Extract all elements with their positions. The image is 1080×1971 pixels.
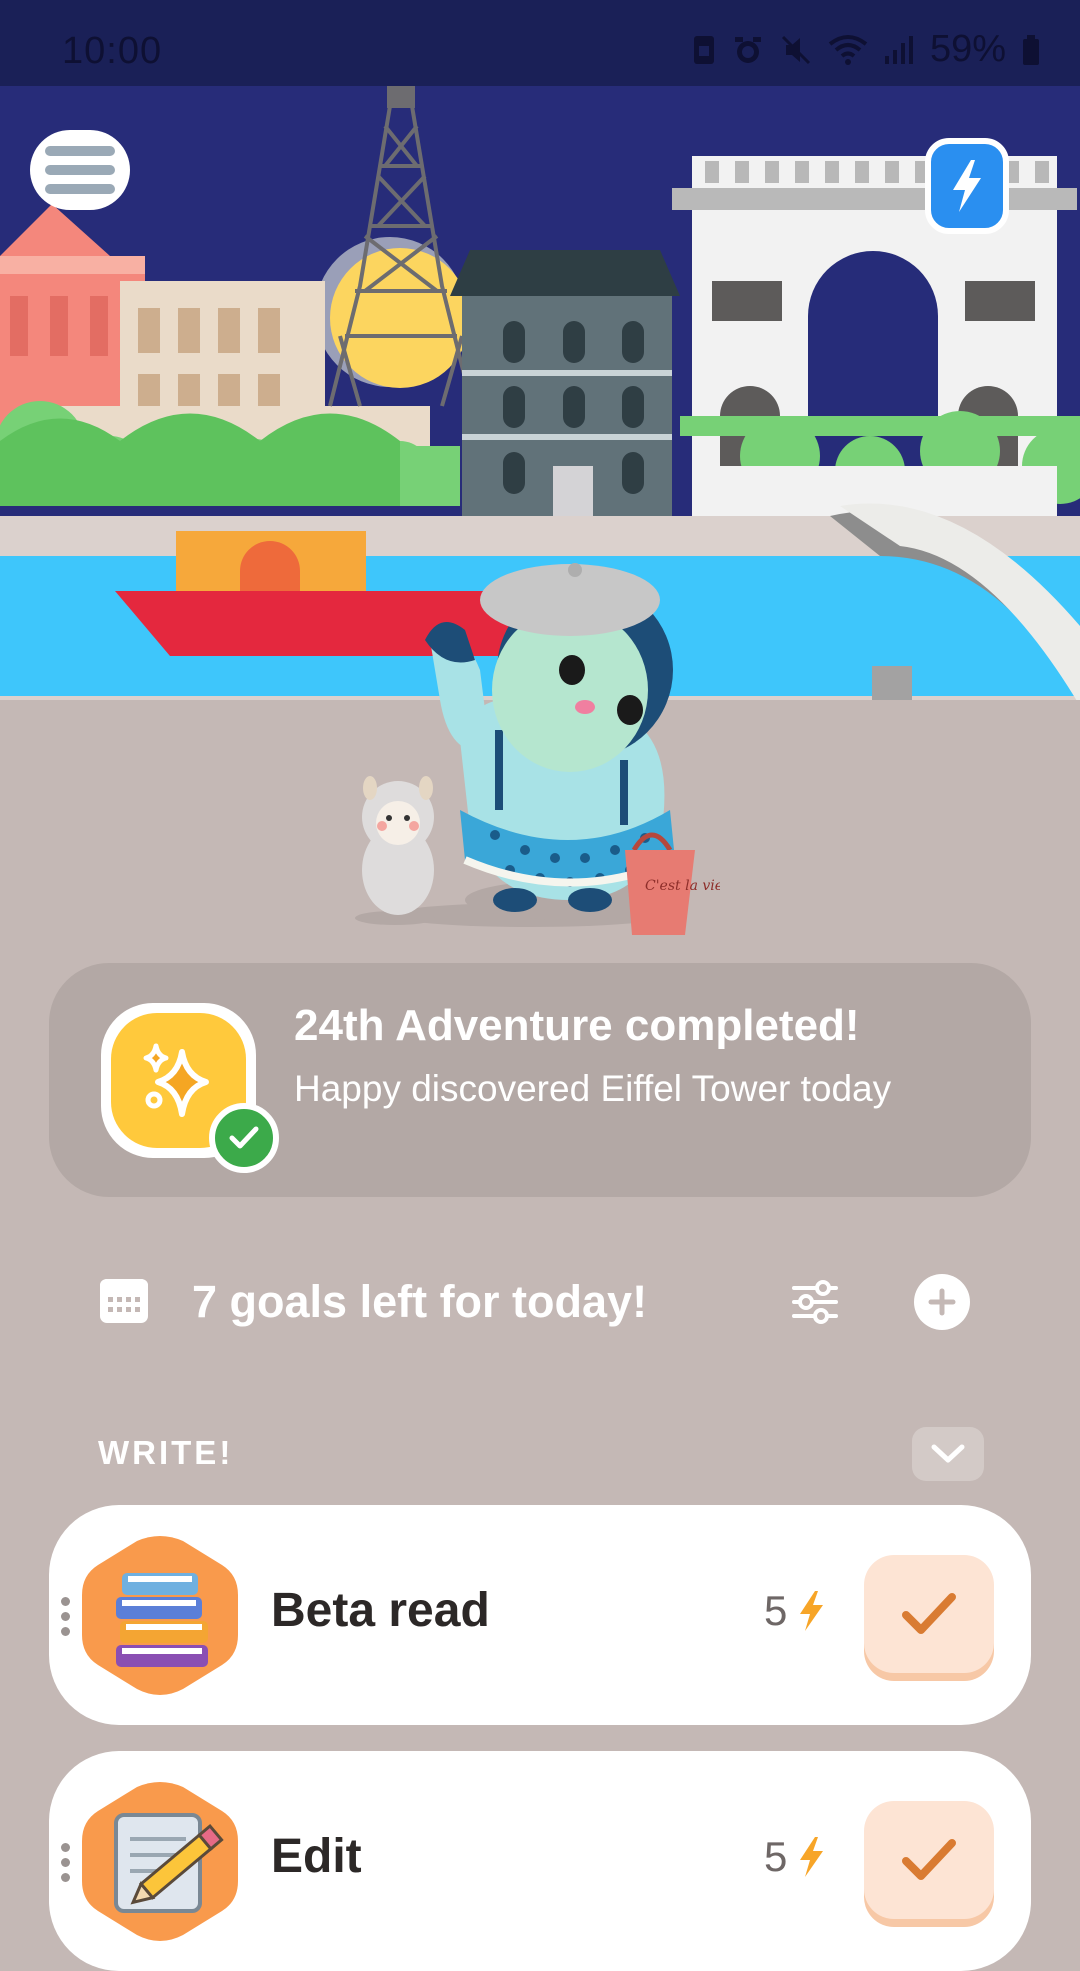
status-icons: 59% (692, 28, 1040, 71)
adventure-banner[interactable]: 24th Adventure completed! Happy discover… (49, 963, 1031, 1197)
banner-subtitle: Happy discovered Eiffel Tower today (294, 1068, 892, 1109)
sparkle-icon (143, 1043, 209, 1117)
goal-name: Beta read (271, 1584, 490, 1637)
lightning-icon (800, 1837, 824, 1877)
add-goal-button[interactable] (914, 1274, 970, 1330)
goals-left-text: 7 goals left for today! (192, 1276, 648, 1327)
goal-card[interactable]: Beta read 5 (49, 1505, 1031, 1725)
signal-icon (884, 35, 913, 64)
goal-points: 5 (764, 1587, 825, 1635)
checkmark-icon (902, 1839, 956, 1880)
lightning-icon (800, 1591, 824, 1631)
status-bar: 10:00 59% (0, 0, 1080, 86)
hamburger-bar (45, 146, 115, 156)
checkmark-icon (902, 1593, 956, 1634)
complete-goal-button[interactable] (864, 1801, 994, 1919)
goal-points-value: 5 (764, 1833, 788, 1880)
sim-icon (693, 35, 714, 64)
drag-handle[interactable] (61, 1843, 71, 1882)
collapse-section-button[interactable] (912, 1427, 984, 1481)
hamburger-bar (45, 184, 115, 194)
completed-check-icon (209, 1103, 279, 1173)
goal-card[interactable]: Edit 5 (49, 1751, 1031, 1971)
edit-pencil-icon (82, 1782, 238, 1941)
banner-title: 24th Adventure completed! (294, 1001, 860, 1050)
battery-icon (1023, 34, 1039, 65)
calendar-icon[interactable] (98, 1277, 150, 1325)
wifi-icon (828, 34, 868, 65)
battery-percentage: 59% (929, 28, 1006, 70)
status-time: 10:00 (62, 30, 163, 72)
bag-lettering: C'est la vie (645, 878, 720, 894)
happy-character: C'est la vie (425, 563, 720, 935)
plus-icon (928, 1288, 956, 1316)
drag-handle[interactable] (61, 1597, 71, 1636)
lightning-icon (953, 160, 981, 212)
tote-bag: C'est la vie (625, 832, 720, 935)
menu-button[interactable] (30, 130, 130, 210)
chevron-down-icon (931, 1444, 965, 1463)
goal-points-value: 5 (764, 1587, 788, 1634)
mute-icon (781, 35, 810, 64)
energy-button[interactable] (925, 138, 1009, 234)
books-icon (82, 1536, 238, 1695)
section-label-write: WRITE! (98, 1434, 234, 1471)
complete-goal-button[interactable] (864, 1555, 994, 1673)
goal-points: 5 (764, 1833, 825, 1881)
goals-summary-row: 7 goals left for today! (98, 1272, 978, 1334)
goal-name: Edit (271, 1830, 362, 1883)
filter-settings-icon[interactable] (791, 1280, 839, 1324)
alarm-icon (734, 36, 761, 63)
hamburger-bar (45, 165, 115, 175)
